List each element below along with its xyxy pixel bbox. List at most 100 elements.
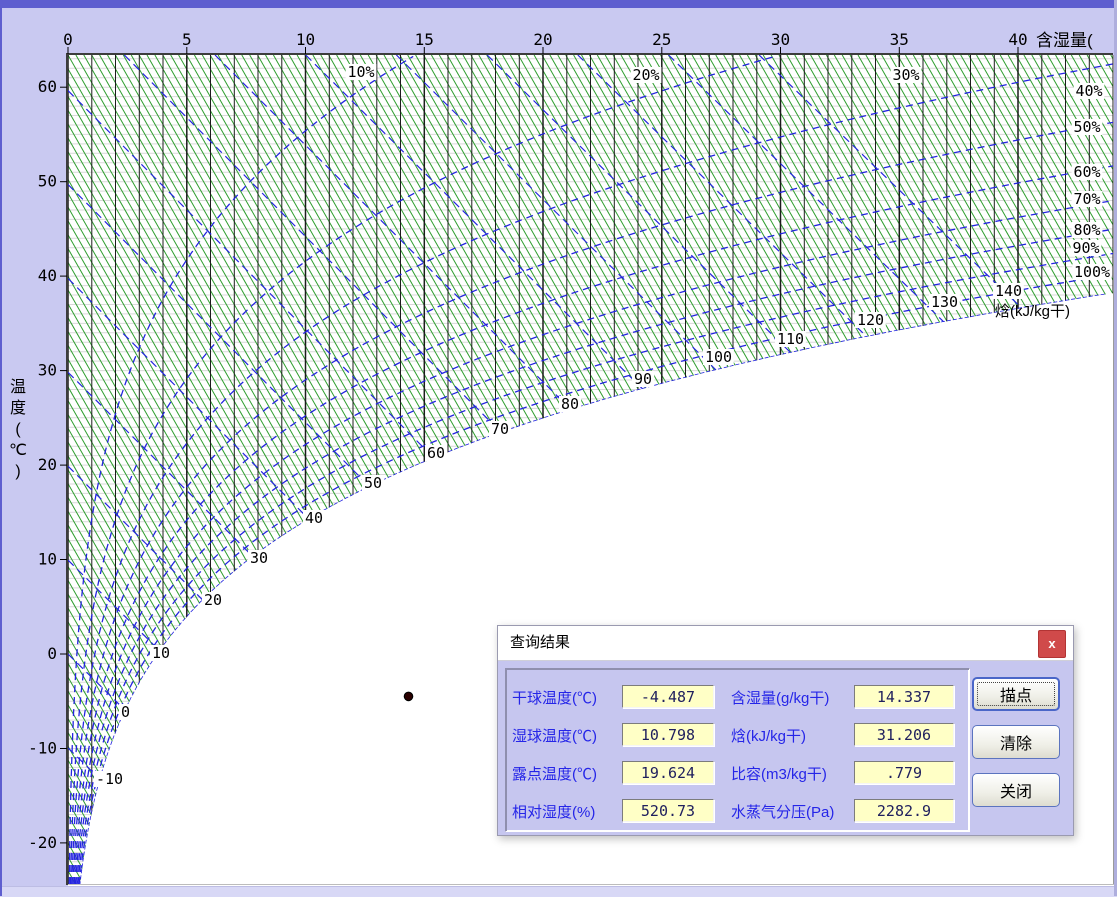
vapor-pressure-label: 水蒸气分压(Pa) [731, 801, 834, 822]
svg-text:130: 130 [931, 293, 958, 311]
svg-text:20%: 20% [632, 66, 659, 84]
plot-point-button[interactable]: 描点 [972, 677, 1060, 711]
curve-label: 100% [1072, 263, 1111, 281]
svg-text:50: 50 [364, 474, 382, 492]
svg-text:25: 25 [652, 30, 671, 49]
curve-label: 80% [1072, 221, 1103, 239]
curve-label: 140 [993, 282, 1024, 300]
svg-text:0: 0 [121, 703, 130, 721]
humidity-ratio-field[interactable] [854, 685, 954, 708]
vapor-pressure-field[interactable] [854, 799, 954, 822]
curve-label: 110 [775, 330, 806, 348]
specific-volume-field[interactable] [854, 761, 954, 784]
svg-text:30: 30 [771, 30, 790, 49]
svg-text:70%: 70% [1073, 190, 1100, 208]
dialog-title: 查询结果 [510, 626, 570, 660]
curve-label: 60% [1072, 163, 1103, 181]
svg-text:20: 20 [204, 591, 222, 609]
enthalpy-label: 焓(kJ/kg干) [731, 725, 806, 746]
svg-text:30: 30 [250, 549, 268, 567]
svg-text:10: 10 [296, 30, 315, 49]
svg-text:35: 35 [890, 30, 909, 49]
plotted-point [404, 692, 412, 700]
curve-label: 10% [346, 63, 377, 81]
curve-label: 120 [855, 311, 886, 329]
dew-point-temperature-label: 露点温度(℃) [512, 763, 597, 784]
close-button[interactable]: 关闭 [972, 773, 1060, 807]
svg-text:50: 50 [38, 172, 57, 191]
svg-text:90: 90 [634, 370, 652, 388]
clear-button-label: 清除 [1000, 736, 1032, 753]
dialog-titlebar[interactable]: 查询结果 x [498, 626, 1073, 661]
svg-text:60%: 60% [1073, 163, 1100, 181]
svg-text:70: 70 [491, 420, 509, 438]
svg-text:80: 80 [561, 395, 579, 413]
svg-text:温: 温 [10, 378, 26, 396]
curve-label: 90% [1071, 239, 1102, 257]
x-axis: 0 5 10 15 20 25 30 35 40 含湿量( [63, 30, 1093, 54]
curve-label: 80 [559, 395, 581, 413]
svg-text:100: 100 [705, 348, 732, 366]
svg-text:0: 0 [63, 30, 73, 49]
svg-text:含湿量(: 含湿量( [1036, 31, 1093, 50]
svg-text:15: 15 [415, 30, 434, 49]
humidity-ratio-label: 含湿量(g/kg干) [731, 687, 829, 708]
svg-text:60: 60 [38, 77, 57, 96]
wet-bulb-temperature-label: 湿球温度(℃) [512, 725, 597, 746]
app-window: 10% 20% 30% 40% 50% 60% 70% 80%90% 100% -10 0 10 20 3… [0, 0, 1117, 896]
svg-text:30: 30 [38, 361, 57, 380]
svg-text:-10: -10 [28, 739, 57, 758]
svg-text:0: 0 [47, 644, 57, 663]
svg-text:20: 20 [533, 30, 552, 49]
curve-label: 10 [150, 644, 172, 662]
svg-text:度: 度 [10, 399, 26, 417]
curve-label: 0 [119, 703, 133, 721]
curve-label: 50 [362, 474, 384, 492]
svg-text:30%: 30% [892, 66, 919, 84]
svg-text:40: 40 [38, 266, 57, 285]
svg-text:10%: 10% [347, 63, 374, 81]
curve-label: 40 [303, 509, 325, 527]
curve-label: 100 [703, 348, 734, 366]
dry-bulb-temperature-label: 干球温度(℃) [512, 687, 597, 708]
dry-bulb-temperature-field[interactable] [622, 685, 714, 708]
curve-label: 70% [1072, 190, 1103, 208]
specific-volume-label: 比容(m3/kg干) [731, 763, 827, 784]
curve-label: 20% [631, 66, 662, 84]
curve-label: 50% [1072, 118, 1103, 136]
curve-label: 40% [1074, 82, 1105, 100]
curve-label: 90 [632, 370, 654, 388]
svg-text:40%: 40% [1075, 82, 1102, 100]
svg-text:60: 60 [427, 444, 445, 462]
svg-text:120: 120 [857, 311, 884, 329]
y-axis: 6050403020100-10-20温度(℃) [9, 77, 67, 852]
svg-text:℃: ℃ [9, 442, 27, 459]
clear-button[interactable]: 清除 [972, 725, 1060, 759]
enthalpy-field[interactable] [854, 723, 954, 746]
dew-point-temperature-field[interactable] [622, 761, 714, 784]
curve-label: 20 [202, 591, 224, 609]
svg-text:20: 20 [38, 455, 57, 474]
close-button-label: 关闭 [1000, 784, 1032, 801]
curve-label: 30% [891, 66, 922, 84]
svg-text:40: 40 [305, 509, 323, 527]
svg-text:100%: 100% [1074, 263, 1110, 281]
svg-text:50%: 50% [1073, 118, 1100, 136]
svg-text:140: 140 [995, 282, 1022, 300]
wet-bulb-temperature-field[interactable] [622, 723, 714, 746]
plot-point-button-label: 描点 [1000, 688, 1032, 705]
curve-label: -10 [94, 770, 125, 788]
relative-humidity-field[interactable] [622, 799, 714, 822]
svg-text:40: 40 [1008, 30, 1027, 49]
svg-text:5: 5 [182, 30, 192, 49]
curve-label: 60 [425, 444, 447, 462]
svg-text:10: 10 [152, 644, 170, 662]
enthalpy-axis-label: 焓(kJ/kg干) [995, 303, 1070, 320]
svg-text:): ) [15, 463, 20, 480]
svg-text:-10: -10 [96, 770, 123, 788]
svg-text:110: 110 [777, 330, 804, 348]
relative-humidity-label: 相对湿度(%) [512, 801, 595, 822]
svg-text:10: 10 [38, 550, 57, 569]
close-icon[interactable]: x [1038, 630, 1066, 658]
svg-text:-20: -20 [28, 833, 57, 852]
